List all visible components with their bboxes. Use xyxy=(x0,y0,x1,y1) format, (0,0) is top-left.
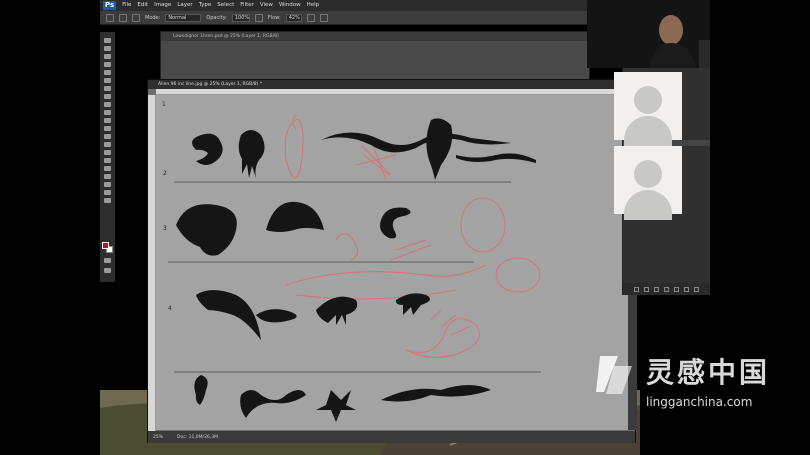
screen-mode-icon[interactable] xyxy=(104,268,111,273)
menu-window[interactable]: Window xyxy=(279,0,301,11)
document-info: Doc: 11,0M/26,3M xyxy=(177,434,218,440)
move-tool-icon[interactable] xyxy=(104,38,111,43)
watermark-url: lingganchina.com xyxy=(646,395,753,409)
menu-image[interactable]: Image xyxy=(154,0,171,11)
brush-preset-icon[interactable] xyxy=(119,13,127,22)
opacity-input[interactable]: 100% xyxy=(231,13,250,22)
row-number-4: 4 xyxy=(168,305,172,312)
opacity-label: Opacity: xyxy=(206,14,227,21)
layers-panel-footer xyxy=(623,283,710,295)
marquee-tool-icon[interactable] xyxy=(104,46,111,51)
vertical-ruler[interactable] xyxy=(148,95,156,431)
screen: Ps File Edit Image Layer Type Select Fil… xyxy=(0,0,810,455)
mode-label: Mode: xyxy=(145,14,161,21)
menu-help[interactable]: Help xyxy=(307,0,320,11)
fx-icon[interactable] xyxy=(644,286,649,292)
flow-label: Flow: xyxy=(267,14,281,21)
avatar-body-icon xyxy=(624,116,672,146)
menu-view[interactable]: View xyxy=(260,0,273,11)
history-brush-icon[interactable] xyxy=(104,110,111,115)
status-bar: 25% Doc: 11,0M/26,3M xyxy=(148,431,635,443)
mode-select[interactable]: Normal xyxy=(165,13,202,22)
pen-tool-icon[interactable] xyxy=(104,150,111,155)
document-window[interactable]: Alien 96 inc line.jpg @ 25% (Layer 1, RG… xyxy=(147,79,637,443)
watermark-text: 灵感中国 xyxy=(646,356,771,389)
menu-edit[interactable]: Edit xyxy=(137,0,148,11)
row-number-1: 1 xyxy=(162,101,166,108)
shape-tool-icon[interactable] xyxy=(104,174,111,179)
crop-tool-icon[interactable] xyxy=(104,70,111,75)
menu-filter[interactable]: Filter xyxy=(240,0,254,11)
webcam-feed xyxy=(587,0,710,68)
background-document-window[interactable]: Lowsdignor 1hren.psd @ 25% (Layer 1, RGB… xyxy=(160,31,590,81)
healing-tool-icon[interactable] xyxy=(104,86,111,91)
path-select-tool-icon[interactable] xyxy=(104,166,111,171)
eraser-tool-icon[interactable] xyxy=(104,118,111,123)
quick-mask-icon[interactable] xyxy=(104,258,111,263)
background-document-tab[interactable]: Lowsdignor 1hren.psd @ 25% (Layer 1, RGB… xyxy=(161,32,589,41)
zoom-level[interactable]: 25% xyxy=(153,435,163,440)
more-tools-icon[interactable] xyxy=(104,198,111,203)
creature-silhouettes xyxy=(176,118,536,422)
zoom-tool-icon[interactable] xyxy=(104,190,111,195)
blur-tool-icon[interactable] xyxy=(104,134,111,139)
avatar-head-icon xyxy=(634,86,662,114)
watermark-logo-icon xyxy=(596,356,632,394)
brush-panel-icon[interactable] xyxy=(132,13,140,22)
participant-avatar xyxy=(614,146,682,220)
eyedropper-tool-icon[interactable] xyxy=(104,78,111,83)
new-group-icon[interactable] xyxy=(674,286,679,292)
hand-tool-icon[interactable] xyxy=(104,182,111,187)
adjustment-icon[interactable] xyxy=(664,286,669,292)
flow-input[interactable]: 42% xyxy=(285,13,302,22)
menu-bar: Ps File Edit Image Layer Type Select Fil… xyxy=(100,0,590,11)
link-layers-icon[interactable] xyxy=(634,286,639,292)
brush-tool-icon[interactable] xyxy=(104,94,111,99)
type-tool-icon[interactable] xyxy=(104,158,111,163)
delete-layer-icon[interactable] xyxy=(694,286,699,292)
sketch-artwork xyxy=(168,114,541,422)
menu-type[interactable]: Type xyxy=(199,0,212,11)
quick-select-tool-icon[interactable] xyxy=(104,62,111,67)
airbrush-icon[interactable] xyxy=(306,13,315,22)
pressure-opacity-icon[interactable] xyxy=(254,13,263,22)
row-number-2: 2 xyxy=(163,170,167,177)
canvas[interactable]: 1 2 3 4 xyxy=(156,95,628,430)
pressure-size-icon[interactable] xyxy=(319,13,328,22)
menu-layer[interactable]: Layer xyxy=(177,0,192,11)
lasso-tool-icon[interactable] xyxy=(104,54,111,59)
options-bar: Mode: Normal Opacity: 100% Flow: 42% xyxy=(100,11,590,25)
photoshop-logo: Ps xyxy=(103,1,117,10)
dodge-tool-icon[interactable] xyxy=(104,142,111,147)
document-tab[interactable]: Alien 96 inc line.jpg @ 25% (Layer 1, RG… xyxy=(148,80,635,89)
new-layer-icon[interactable] xyxy=(684,286,689,292)
brush-tool-icon[interactable] xyxy=(106,13,114,22)
clone-stamp-icon[interactable] xyxy=(104,102,111,107)
avatar-head-icon xyxy=(634,160,662,188)
menu-file[interactable]: File xyxy=(122,0,131,11)
avatar-body-icon xyxy=(624,190,672,220)
participant-avatar xyxy=(614,72,682,146)
foreground-color-swatch[interactable] xyxy=(102,242,109,249)
gradient-tool-icon[interactable] xyxy=(104,126,111,131)
menu-select[interactable]: Select xyxy=(217,0,234,11)
row-number-3: 3 xyxy=(163,225,167,232)
red-sketch-strokes xyxy=(284,114,541,358)
add-mask-icon[interactable] xyxy=(654,286,659,292)
